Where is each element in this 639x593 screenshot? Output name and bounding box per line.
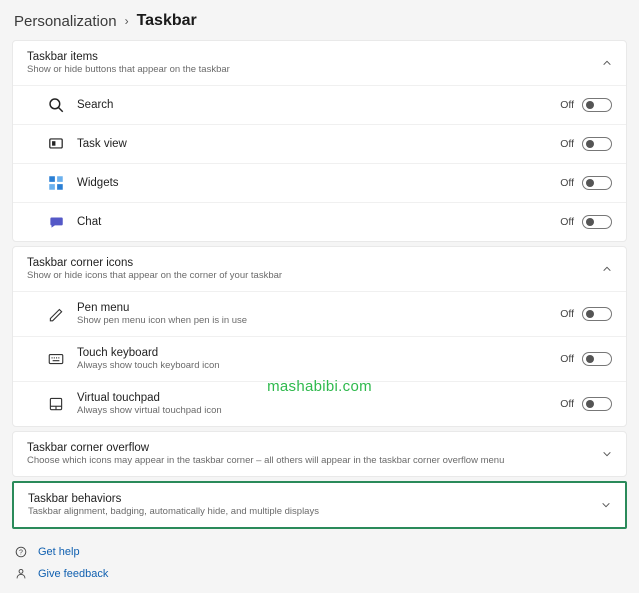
toggle-state: Off [560, 216, 574, 228]
keyboard-icon [47, 350, 65, 368]
link-text: Give feedback [38, 568, 108, 580]
toggle-state: Off [560, 99, 574, 111]
taskbar-behaviors-panel: Taskbar behaviors Taskbar alignment, bad… [12, 481, 627, 529]
toggle-state: Off [560, 353, 574, 365]
chevron-down-icon [601, 500, 611, 510]
row-touch-keyboard: Touch keyboard Always show touch keyboar… [13, 336, 626, 381]
breadcrumb-parent[interactable]: Personalization [14, 13, 117, 30]
section-title: Taskbar corner overflow [27, 442, 602, 454]
chevron-up-icon [602, 58, 612, 68]
row-label: Pen menu [77, 302, 560, 314]
row-sublabel: Always show touch keyboard icon [77, 360, 560, 371]
row-sublabel: Show pen menu icon when pen is in use [77, 315, 560, 326]
corner-overflow-header[interactable]: Taskbar corner overflow Choose which ico… [13, 432, 626, 476]
row-label: Touch keyboard [77, 347, 560, 359]
svg-text:?: ? [19, 550, 23, 557]
section-subtitle: Choose which icons may appear in the tas… [27, 455, 602, 466]
search-toggle[interactable] [582, 98, 612, 112]
toggle-state: Off [560, 177, 574, 189]
chevron-up-icon [602, 264, 612, 274]
corner-overflow-panel: Taskbar corner overflow Choose which ico… [12, 431, 627, 477]
row-label: Chat [77, 216, 560, 228]
row-pen-menu: Pen menu Show pen menu icon when pen is … [13, 291, 626, 336]
get-help-link[interactable]: ? Get help [14, 541, 625, 563]
row-task-view: Task view Off [13, 124, 626, 163]
chat-icon [47, 213, 65, 231]
corner-icons-header[interactable]: Taskbar corner icons Show or hide icons … [13, 247, 626, 291]
toggle-state: Off [560, 308, 574, 320]
row-label: Widgets [77, 177, 560, 189]
pen-icon [47, 305, 65, 323]
pen-menu-toggle[interactable] [582, 307, 612, 321]
corner-icons-panel: Taskbar corner icons Show or hide icons … [12, 246, 627, 427]
search-icon [47, 96, 65, 114]
chevron-right-icon: › [125, 14, 129, 28]
widgets-toggle[interactable] [582, 176, 612, 190]
row-label: Virtual touchpad [77, 392, 560, 404]
section-title: Taskbar items [27, 51, 602, 63]
row-label: Task view [77, 138, 560, 150]
chevron-down-icon [602, 449, 612, 459]
row-chat: Chat Off [13, 202, 626, 241]
task-view-toggle[interactable] [582, 137, 612, 151]
widgets-icon [47, 174, 65, 192]
breadcrumb: Personalization › Taskbar [0, 0, 639, 40]
row-label: Search [77, 99, 560, 111]
touchpad-icon [47, 395, 65, 413]
section-subtitle: Show or hide icons that appear on the co… [27, 270, 602, 281]
feedback-icon [14, 567, 28, 581]
row-search: Search Off [13, 85, 626, 124]
touch-keyboard-toggle[interactable] [582, 352, 612, 366]
taskbar-behaviors-header[interactable]: Taskbar behaviors Taskbar alignment, bad… [14, 483, 625, 527]
section-title: Taskbar behaviors [28, 493, 601, 505]
chat-toggle[interactable] [582, 215, 612, 229]
help-icon: ? [14, 545, 28, 559]
section-subtitle: Show or hide buttons that appear on the … [27, 64, 602, 75]
link-text: Get help [38, 546, 80, 558]
virtual-touchpad-toggle[interactable] [582, 397, 612, 411]
give-feedback-link[interactable]: Give feedback [14, 563, 625, 585]
toggle-state: Off [560, 138, 574, 150]
taskbar-items-panel: Taskbar items Show or hide buttons that … [12, 40, 627, 242]
section-title: Taskbar corner icons [27, 257, 602, 269]
taskbar-items-header[interactable]: Taskbar items Show or hide buttons that … [13, 41, 626, 85]
page-title: Taskbar [137, 12, 197, 30]
section-subtitle: Taskbar alignment, badging, automaticall… [28, 506, 601, 517]
row-widgets: Widgets Off [13, 163, 626, 202]
task-view-icon [47, 135, 65, 153]
footer: ? Get help Give feedback [0, 533, 639, 593]
row-virtual-touchpad: Virtual touchpad Always show virtual tou… [13, 381, 626, 426]
row-sublabel: Always show virtual touchpad icon [77, 405, 560, 416]
toggle-state: Off [560, 398, 574, 410]
